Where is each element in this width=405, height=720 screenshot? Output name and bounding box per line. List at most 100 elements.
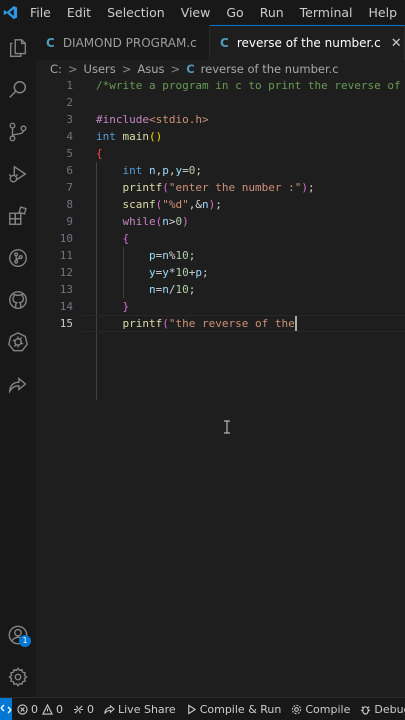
code-token: printf <box>122 317 163 330</box>
code-line[interactable]: 6 int n,p,y=0; <box>36 162 405 179</box>
warning-count: 0 <box>56 702 63 716</box>
code-line[interactable]: 5{ <box>36 145 405 162</box>
code-token: n <box>162 249 169 262</box>
code-token: = <box>182 164 189 177</box>
line-number: 14 <box>59 300 73 313</box>
c-file-icon: C <box>220 36 229 50</box>
breadcrumb-separator: > <box>170 61 181 76</box>
code-token: <stdio.h> <box>148 113 209 126</box>
line-number: 11 <box>59 249 73 262</box>
menu-terminal[interactable]: Terminal <box>292 0 361 25</box>
accounts-icon[interactable]: 1 <box>0 617 36 653</box>
line-number: 13 <box>59 283 73 296</box>
code-editor[interactable]: 1 /*write a program in c to print the rev… <box>36 77 405 697</box>
explorer-icon[interactable] <box>0 30 36 66</box>
code-line[interactable]: 9 while(n>0) <box>36 213 405 230</box>
menu-selection[interactable]: Selection <box>99 0 173 25</box>
bug-icon <box>361 705 371 715</box>
menu-go[interactable]: Go <box>218 0 251 25</box>
source-control-icon[interactable] <box>0 114 36 150</box>
code-line[interactable]: 12 y=y*10+p; <box>36 264 405 281</box>
line-number: 6 <box>66 164 73 177</box>
breadcrumb-separator: > <box>121 61 132 76</box>
code-line[interactable]: 2 <box>36 94 405 111</box>
git-graph-icon[interactable] <box>0 240 36 276</box>
line-number: 9 <box>66 215 73 228</box>
code-line[interactable]: 7 printf("enter the number :"); <box>36 179 405 196</box>
code-token: "%d" <box>162 198 189 211</box>
line-number: 12 <box>59 266 73 279</box>
line-number: 7 <box>66 181 73 194</box>
error-count: 0 <box>31 702 38 716</box>
kubernetes-icon[interactable] <box>0 324 36 360</box>
code-token: "enter the number :" <box>168 181 302 194</box>
code-token: { <box>122 232 130 245</box>
status-bar: 0 0 0 Live Share Compile & Run Compile D… <box>0 697 405 720</box>
remote-indicator-icon[interactable] <box>0 698 12 720</box>
code-text: scanf("%d",&n); <box>96 196 222 213</box>
line-number: 15 <box>59 317 73 330</box>
code-token: int <box>122 164 143 177</box>
compile-run-button[interactable]: Compile & Run <box>181 698 287 720</box>
live-share-icon[interactable] <box>0 366 36 402</box>
code-token: ) <box>301 181 308 194</box>
accounts-badge: 1 <box>19 635 31 647</box>
search-icon[interactable] <box>0 72 36 108</box>
code-token: p <box>195 266 202 279</box>
code-token: n <box>162 283 169 296</box>
close-tab-icon[interactable]: ✕ <box>391 36 402 51</box>
compile-button[interactable]: Compile <box>286 698 355 720</box>
code-token: > <box>168 215 176 228</box>
live-share-label: Live Share <box>118 702 176 716</box>
code-token: ; <box>188 249 196 262</box>
code-line[interactable]: 8 scanf("%d",&n); <box>36 196 405 213</box>
code-token: 10 <box>175 249 189 262</box>
extensions-icon[interactable] <box>0 198 36 234</box>
title-bar: File Edit Selection View Go Run Terminal… <box>0 0 405 25</box>
menu-edit[interactable]: Edit <box>59 0 99 25</box>
menu-bar: File Edit Selection View Go Run Terminal… <box>22 0 405 25</box>
menu-view[interactable]: View <box>173 0 219 25</box>
line-number: 3 <box>66 113 73 126</box>
line-number: 2 <box>66 96 73 109</box>
breadcrumb-users[interactable]: Users <box>84 62 116 76</box>
breadcrumb-file[interactable]: reverse of the number.c <box>201 62 339 76</box>
run-debug-icon[interactable] <box>0 156 36 192</box>
breadcrumb-asus[interactable]: Asus <box>137 62 164 76</box>
code-text: } <box>96 298 130 315</box>
code-line[interactable]: 13 n=n/10; <box>36 281 405 298</box>
menu-help[interactable]: Help <box>361 0 405 25</box>
code-line[interactable]: 10 { <box>36 230 405 247</box>
line-number: 5 <box>66 147 73 160</box>
code-token: p <box>148 249 156 262</box>
settings-gear-icon[interactable] <box>0 659 36 695</box>
problems-indicator[interactable]: 0 0 <box>12 698 68 720</box>
breadcrumb: C: > Users > Asus > C reverse of the num… <box>36 60 405 77</box>
code-line[interactable]: 3 #include<stdio.h> <box>36 111 405 128</box>
error-icon <box>17 703 28 715</box>
menu-file[interactable]: File <box>22 0 59 25</box>
code-line[interactable]: 4 int main() <box>36 128 405 145</box>
code-token: 10 <box>175 266 189 279</box>
code-line[interactable]: 14 } <box>36 298 405 315</box>
code-token: int <box>96 130 116 143</box>
breadcrumb-drive[interactable]: C: <box>50 62 62 76</box>
code-token: 10 <box>175 283 189 296</box>
tab-reverse-of-the-number[interactable]: C reverse of the number.c ✕ <box>210 25 405 60</box>
github-icon[interactable] <box>0 282 36 318</box>
gear-icon <box>292 704 302 714</box>
menu-run[interactable]: Run <box>252 0 292 25</box>
debug-button[interactable]: Debug <box>355 698 405 720</box>
live-share-status-button[interactable]: Live Share <box>99 698 181 720</box>
tab-diamond-program[interactable]: C DIAMOND PROGRAM.c <box>36 25 210 60</box>
code-line[interactable]: 15 printf("the reverse of the <box>36 315 405 332</box>
code-line[interactable]: 1 /*write a program in c to print the rev… <box>36 77 405 94</box>
ports-indicator[interactable]: 0 <box>68 698 99 720</box>
code-line[interactable]: 11 p=n%10; <box>36 247 405 264</box>
compile-run-label: Compile & Run <box>199 702 282 716</box>
